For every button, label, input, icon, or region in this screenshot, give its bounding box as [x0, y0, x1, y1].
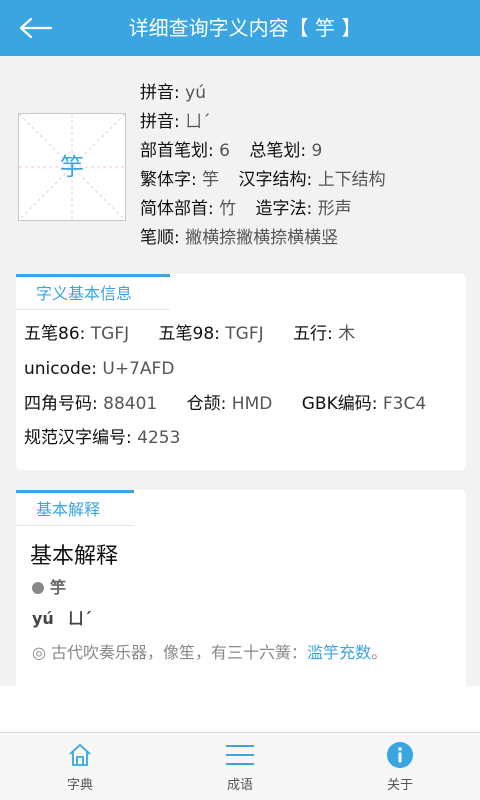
definition-text: ◎ 古代吹奏乐器，像笙，有三十六簧：: [32, 643, 308, 662]
bushou-bihua-label: 部首笔划:: [140, 141, 214, 161]
fanti-row: 繁体字: 竽 汉字结构: 上下结构: [140, 167, 386, 193]
jiegou-value: 上下结构: [317, 170, 386, 190]
zaozifa-label: 造字法:: [255, 199, 313, 219]
nav-label-idioms: 成语: [226, 778, 253, 793]
wubi98-label: 五笔98:: [158, 324, 220, 344]
explanation-tab[interactable]: 基本解释: [16, 490, 134, 526]
explanation-pinyin: yú ㄩˊ: [32, 606, 92, 632]
bullet-char: 竽: [50, 578, 67, 597]
home-icon: [69, 743, 91, 766]
fanti-label: 繁体字:: [140, 170, 197, 190]
content-bottom-area: [0, 686, 480, 732]
zaozifa-value: 形声: [317, 199, 352, 219]
sijiao-label: 四角号码:: [24, 394, 98, 414]
cangjie-label: 仓颉:: [186, 394, 227, 414]
gbk-value: F3C4: [382, 394, 427, 414]
pinyin-row: 拼音: yú: [140, 80, 206, 106]
zhuyin-value: ㄩˊ: [185, 112, 211, 132]
stroke-row: 部首笔划: 6 总笔划: 9: [140, 138, 322, 164]
nav-item-dictionary[interactable]: 字典: [0, 733, 160, 800]
character-glyph: 竽: [60, 153, 84, 181]
nav-label-about: 关于: [386, 778, 413, 793]
character-box: 竽: [18, 113, 126, 221]
bishun-row: 笔顺: 撇横捺撇横捺横横竖: [140, 225, 338, 251]
jianti-row: 简体部首: 竹 造字法: 形声: [140, 196, 352, 222]
nav-label-dictionary: 字典: [66, 778, 93, 793]
wubi-row: 五笔86: TGFJ 五笔98: TGFJ 五行: 木: [24, 320, 355, 348]
explanation-definition: ◎ 古代吹奏乐器，像笙，有三十六簧：滥竽充数。: [32, 640, 387, 666]
wubi86-value: TGFJ: [90, 324, 130, 344]
bishun-value: 撇横捺撇横捺横横竖: [185, 228, 339, 248]
bullet-dot-icon: [32, 582, 44, 594]
explanation-pinyin-value: yú: [32, 609, 54, 628]
unicode-value: U+7AFD: [102, 359, 175, 379]
definition-end: 。: [371, 643, 388, 662]
zong-bihua-label: 总笔划:: [249, 141, 307, 161]
cangjie-value: HMD: [231, 394, 273, 414]
wuxing-label: 五行:: [293, 324, 333, 344]
explanation-zhuyin-value: ㄩˊ: [67, 609, 92, 628]
wubi86-label: 五笔86:: [24, 324, 86, 344]
pinyin-value: yú: [185, 83, 206, 103]
bottom-nav: 字典 成语 关于: [0, 732, 480, 800]
jianti-bushou-label: 简体部首:: [140, 199, 214, 219]
zhuyin-label: 拼音:: [140, 112, 180, 132]
unicode-row: unicode: U+7AFD: [24, 355, 174, 383]
nav-item-about[interactable]: 关于: [320, 733, 480, 800]
guifan-value: 4253: [137, 428, 181, 448]
basic-info-tab[interactable]: 字义基本信息: [16, 274, 170, 310]
guifan-label: 规范汉字编号:: [24, 428, 132, 448]
explanation-card: 基本解释 基本解释 竽 yú ㄩˊ ◎ 古代吹奏乐器，像笙，有三十六簧：滥竽充数。: [16, 490, 466, 686]
fanti-value: 竽: [202, 170, 220, 190]
menu-icon: [226, 745, 254, 765]
sijiao-value: 88401: [103, 394, 158, 414]
wuxing-value: 木: [338, 324, 356, 344]
bushou-bihua-value: 6: [219, 141, 230, 161]
app-header: 详细查询字义内容【 竽 】: [0, 0, 480, 56]
nav-item-idioms[interactable]: 成语: [160, 733, 320, 800]
explanation-title: 基本解释: [30, 544, 119, 569]
unicode-label: unicode:: [24, 359, 97, 379]
code-row: 四角号码: 88401 仓颉: HMD GBK编码: F3C4: [24, 390, 426, 418]
jianti-bushou-value: 竹: [219, 199, 237, 219]
wubi98-value: TGFJ: [225, 324, 264, 344]
info-icon: [387, 742, 413, 768]
zong-bihua-value: 9: [311, 141, 323, 161]
explanation-bullet: 竽: [32, 576, 66, 600]
page-title: 详细查询字义内容【 竽 】: [128, 16, 362, 40]
gbk-label: GBK编码:: [301, 394, 378, 414]
bishun-label: 笔顺:: [140, 228, 180, 248]
guifan-row: 规范汉字编号: 4253: [24, 424, 180, 452]
zhuyin-row: 拼音: ㄩˊ: [140, 109, 211, 135]
idiom-link[interactable]: 滥竽充数: [307, 643, 371, 662]
basic-info-card: 字义基本信息 五笔86: TGFJ 五笔98: TGFJ 五行: 木 unico…: [16, 274, 466, 470]
jiegou-label: 汉字结构:: [238, 170, 313, 190]
pinyin-label: 拼音:: [140, 83, 180, 103]
